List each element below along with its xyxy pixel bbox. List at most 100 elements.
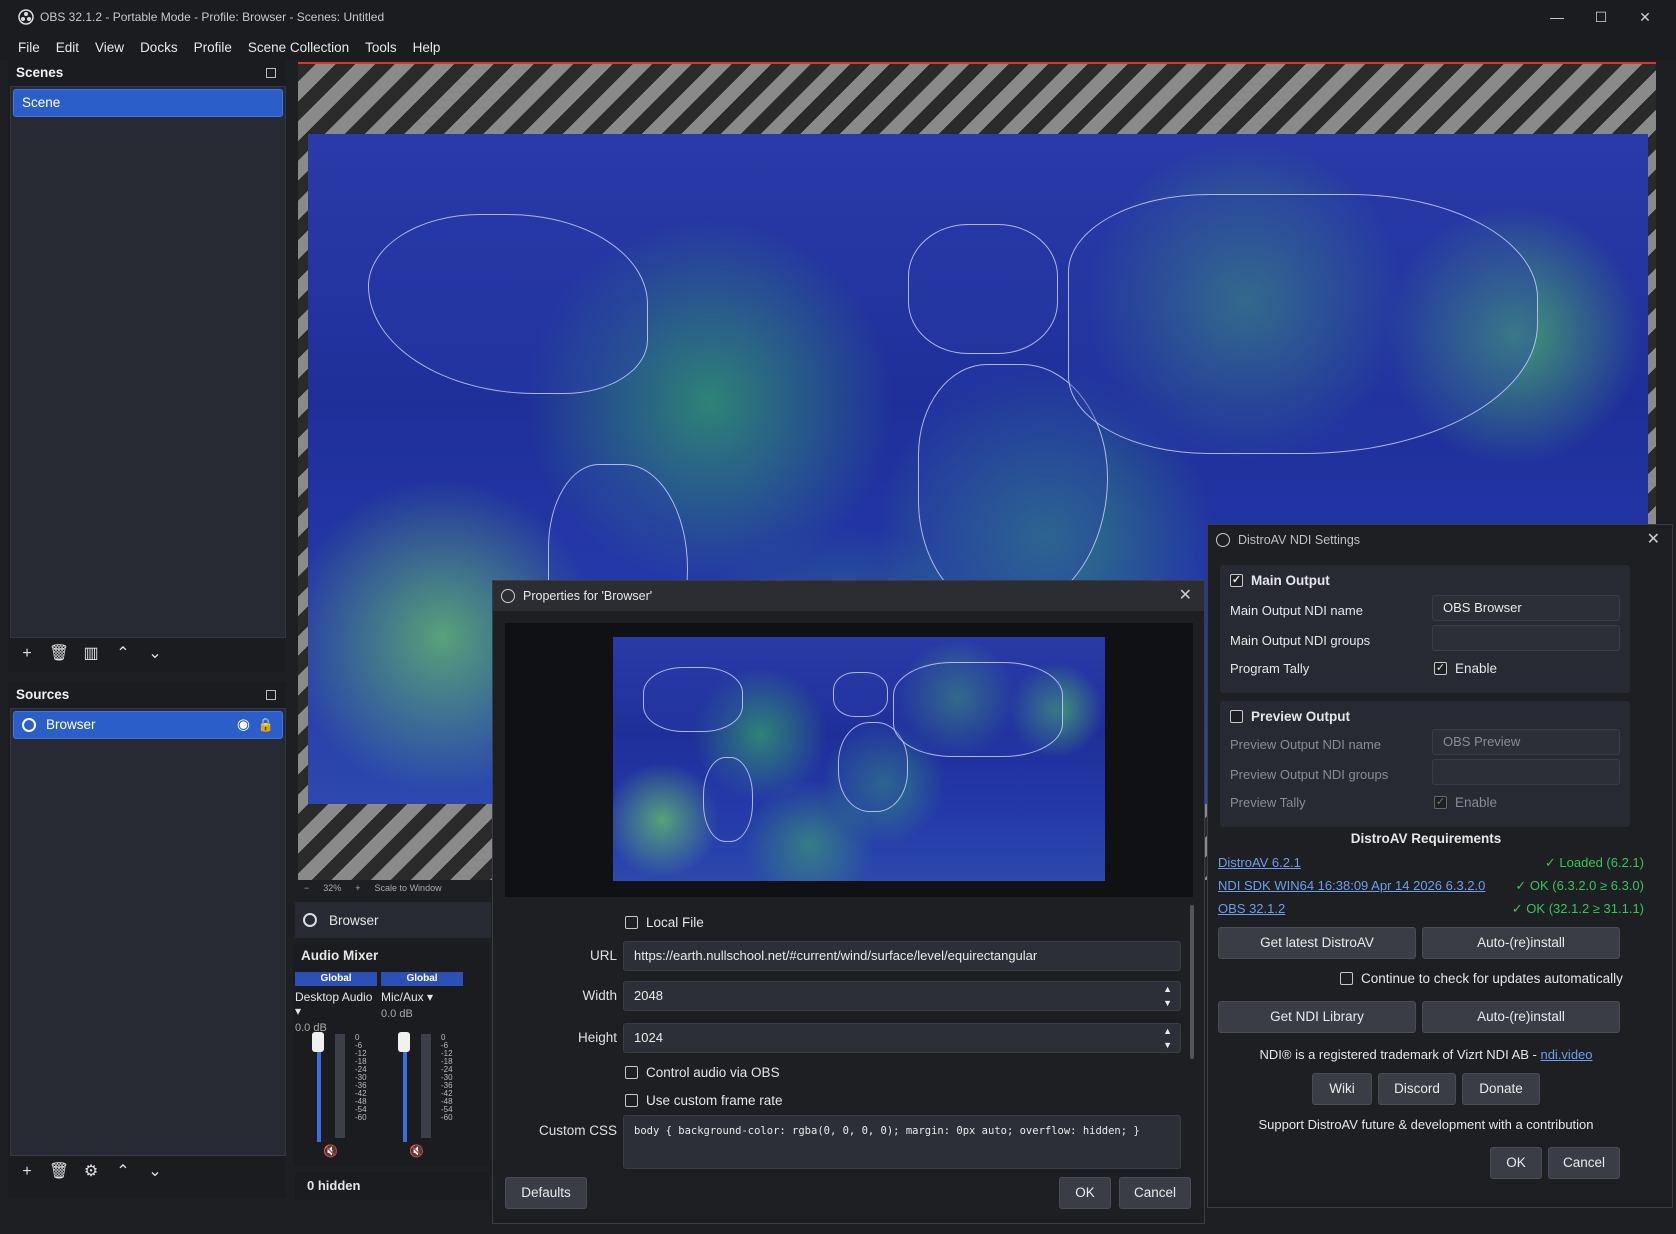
checkbox-box[interactable]: ✓	[1434, 662, 1447, 675]
check-updates-checkbox[interactable]: Continue to check for updates automatica…	[1340, 971, 1623, 986]
main-output-checkbox[interactable]: ✓ Main Output	[1230, 573, 1330, 588]
ndi-trademark: NDI® is a registered trademark of Vizrt …	[1259, 1047, 1593, 1062]
checkbox-box[interactable]	[1340, 972, 1353, 985]
audio-mixer-title: Audio Mixer	[301, 948, 379, 963]
program-tally-checkbox[interactable]: ✓ Enable	[1434, 661, 1497, 676]
gear-icon[interactable]: ⚙	[80, 1161, 102, 1183]
menu-view[interactable]: View	[87, 40, 132, 55]
auto-reinstall-distroav-button[interactable]: Auto-(re)install	[1422, 927, 1620, 959]
url-input[interactable]: https://earth.nullschool.net/#current/wi…	[623, 941, 1181, 971]
req-ndi-sdk-link[interactable]: NDI SDK WIN64 16:38:09 Apr 14 2026 6.3.2…	[1218, 878, 1485, 893]
req-obs-link[interactable]: OBS 32.1.2	[1218, 901, 1285, 916]
mute-icon[interactable]: 🔇	[323, 1144, 338, 1158]
menu-docks[interactable]: Docks	[132, 40, 186, 55]
mute-icon[interactable]: 🔇	[409, 1144, 424, 1158]
spinner-icon[interactable]: ▲ ▼	[1163, 1024, 1172, 1052]
menu-edit[interactable]: Edit	[48, 40, 87, 55]
close-icon[interactable]: ✕	[1179, 581, 1192, 611]
main-groups-label: Main Output NDI groups	[1230, 633, 1371, 648]
width-input[interactable]: 2048 ▲ ▼	[623, 981, 1181, 1011]
control-audio-checkbox[interactable]: Control audio via OBS	[625, 1065, 780, 1080]
menu-file[interactable]: File	[10, 40, 48, 55]
zoom-out-icon[interactable]: −	[304, 883, 309, 893]
source-item[interactable]: Browser ◉ 🔒	[13, 711, 283, 739]
preview-zoom-bar: − 32% + Scale to Window	[298, 880, 488, 896]
channel-db: 0.0 dB	[381, 1008, 413, 1020]
add-icon[interactable]: +	[16, 1161, 38, 1183]
zoom-in-icon[interactable]: +	[355, 883, 360, 893]
height-input[interactable]: 1024 ▲ ▼	[623, 1023, 1181, 1053]
lock-icon[interactable]: 🔒	[258, 712, 274, 738]
maximize-icon[interactable]: ☐	[1586, 6, 1616, 28]
undock-icon[interactable]	[266, 68, 276, 78]
checkbox-box[interactable]	[625, 1066, 638, 1079]
wiki-button[interactable]: Wiki	[1312, 1073, 1372, 1105]
ndi-video-link[interactable]: ndi.video	[1540, 1047, 1592, 1062]
preview-output-checkbox[interactable]: Preview Output	[1230, 709, 1350, 724]
distroav-logo-icon	[1216, 533, 1230, 547]
undock-icon[interactable]	[266, 690, 276, 700]
cancel-button[interactable]: Cancel	[1548, 1147, 1620, 1179]
ndi-settings-dialog: DistroAV NDI Settings ✕ ✓ Main Output Main…	[1207, 524, 1673, 1208]
channel-db: 0.0 dB	[295, 1022, 327, 1034]
checkbox-box[interactable]	[625, 916, 638, 929]
move-up-icon[interactable]: ⌃	[112, 643, 134, 665]
volume-fader-handle[interactable]	[398, 1032, 410, 1052]
volume-fader-handle[interactable]	[312, 1032, 324, 1052]
close-icon[interactable]: ✕	[1630, 6, 1660, 28]
local-file-checkbox[interactable]: Local File	[625, 915, 704, 930]
move-up-icon[interactable]: ⌃	[112, 1161, 134, 1183]
channel-name[interactable]: Desktop Audio ▾	[295, 990, 377, 1018]
channel-name[interactable]: Mic/Aux ▾	[381, 990, 463, 1004]
preview-top-edge	[298, 62, 1656, 64]
defaults-button[interactable]: Defaults	[505, 1177, 587, 1209]
add-icon[interactable]: +	[16, 643, 38, 665]
menu-tools[interactable]: Tools	[357, 40, 405, 55]
scrollbar[interactable]	[1190, 905, 1194, 1059]
volume-meter	[335, 1034, 345, 1138]
eye-icon[interactable]: ◉	[237, 712, 250, 738]
discord-button[interactable]: Discord	[1378, 1073, 1456, 1105]
checkbox-box[interactable]: ✓	[1230, 574, 1243, 587]
scale-to-window[interactable]: Scale to Window	[375, 883, 442, 893]
checkbox-box[interactable]	[1230, 710, 1243, 723]
support-text: Support DistroAV future & development wi…	[1258, 1117, 1594, 1132]
main-groups-input[interactable]	[1432, 625, 1620, 651]
dialog-title: Properties for 'Browser'	[523, 589, 653, 603]
browser-source-icon	[22, 718, 36, 732]
custom-css-textarea[interactable]: body { background-color: rgba(0, 0, 0, 0…	[623, 1115, 1181, 1169]
menu-help[interactable]: Help	[405, 40, 449, 55]
trash-icon[interactable]: 🗑	[48, 1161, 70, 1183]
scene-item[interactable]: Scene	[13, 89, 283, 117]
requirements-title: DistroAV Requirements	[1350, 831, 1502, 846]
menu-scene-collection[interactable]: Scene Collection	[240, 40, 357, 55]
req-distroav-status: ✓ Loaded (6.2.1)	[1544, 855, 1644, 870]
sources-list: Browser ◉ 🔒	[10, 708, 286, 1156]
ok-button[interactable]: OK	[1490, 1147, 1542, 1179]
ok-button[interactable]: OK	[1059, 1177, 1111, 1209]
custom-fps-checkbox[interactable]: Use custom frame rate	[625, 1093, 783, 1108]
preview-output-group: Preview Output Preview Output NDI name O…	[1220, 701, 1630, 827]
main-name-input[interactable]: OBS Browser	[1432, 595, 1620, 621]
trash-icon[interactable]: 🗑	[48, 643, 70, 665]
title-bar: OBS 32.1.2 - Portable Mode - Profile: Br…	[0, 0, 1676, 34]
minimize-icon[interactable]: —	[1542, 6, 1572, 28]
donate-button[interactable]: Donate	[1462, 1073, 1540, 1105]
scenes-list: Scene	[10, 86, 286, 638]
cancel-button[interactable]: Cancel	[1119, 1177, 1191, 1209]
audio-mixer-dock: Audio Mixer Global Desktop Audio ▾ 0.0 d…	[293, 944, 489, 1166]
req-distroav-link[interactable]: DistroAV 6.2.1	[1218, 855, 1301, 870]
checkbox-box[interactable]	[625, 1094, 638, 1107]
move-down-icon[interactable]: ⌄	[144, 1161, 166, 1183]
width-label: Width	[582, 988, 617, 1003]
spinner-icon[interactable]: ▲ ▼	[1163, 982, 1172, 1010]
get-distroav-button[interactable]: Get latest DistroAV	[1218, 927, 1416, 959]
move-down-icon[interactable]: ⌄	[144, 643, 166, 665]
auto-reinstall-ndi-button[interactable]: Auto-(re)install	[1422, 1001, 1620, 1033]
sources-title: Sources	[16, 687, 70, 702]
close-icon[interactable]: ✕	[1647, 525, 1660, 555]
filters-icon[interactable]: ▥	[80, 643, 102, 665]
scenes-toolbar: + 🗑 ▥ ⌃ ⌄	[10, 640, 166, 668]
get-ndi-library-button[interactable]: Get NDI Library	[1218, 1001, 1416, 1033]
menu-profile[interactable]: Profile	[186, 40, 240, 55]
